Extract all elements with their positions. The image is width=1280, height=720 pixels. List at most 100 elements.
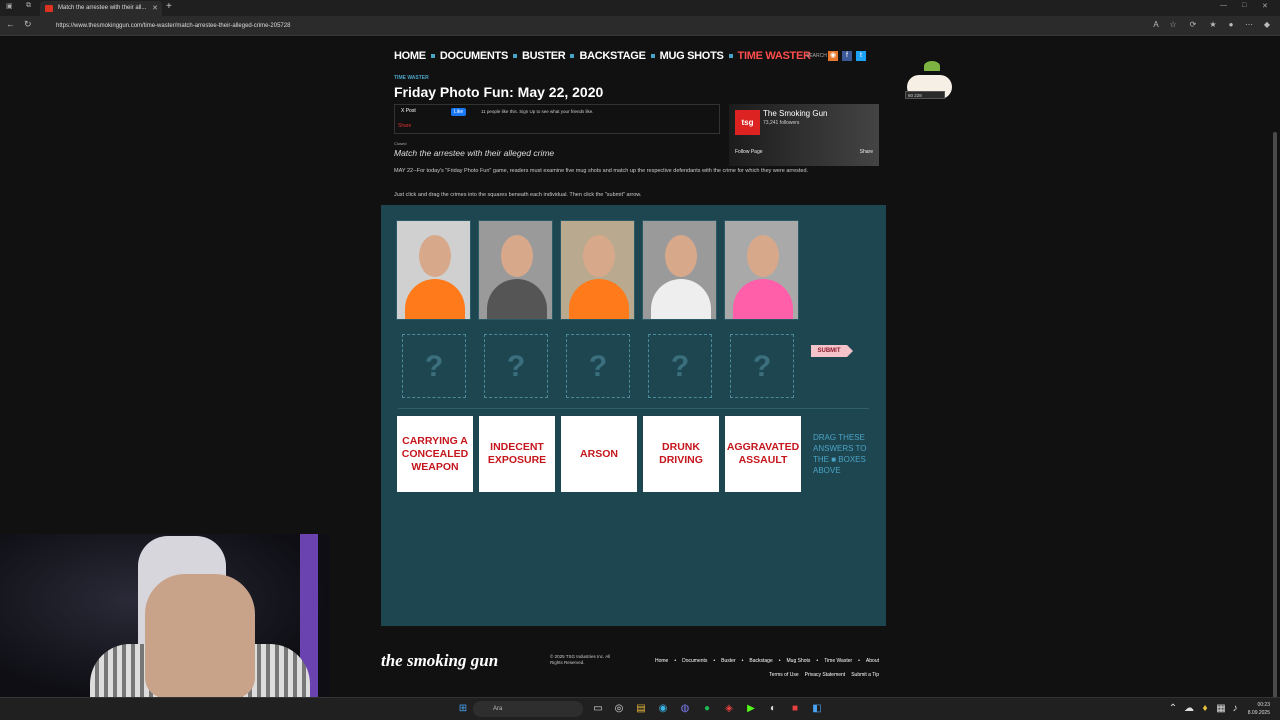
fb-share-button[interactable]: Share [860, 149, 873, 155]
drop-slot[interactable]: ? [484, 334, 548, 398]
new-tab-icon[interactable]: + [166, 1, 172, 12]
fb-page-widget[interactable]: tsg The Smoking Gun 73,241 followers Fol… [729, 104, 879, 166]
answer-card[interactable]: AGGRAVATED ASSAULT [725, 416, 801, 492]
sidebar-icon[interactable]: ▣ [6, 2, 13, 10]
chrome-icon[interactable]: ◎ [612, 702, 626, 716]
explorer-icon[interactable]: ▤ [634, 702, 648, 716]
nav-backstage[interactable]: BACKSTAGE [579, 50, 645, 62]
browser-tab-active[interactable]: Match the arrestee with their all... ✕ [40, 1, 162, 16]
clock-date: 8.09.2025 [1247, 710, 1270, 716]
copilot-icon[interactable]: ◆ [1262, 20, 1272, 30]
task-view-icon[interactable]: ▭ [591, 702, 605, 716]
answer-card[interactable]: CARRYING A CONCEALED WEAPON [397, 416, 473, 492]
face [665, 235, 697, 277]
mugshot-3 [560, 220, 635, 320]
footer-link-buster[interactable]: Buster [721, 658, 735, 664]
leaf-icon [924, 61, 940, 71]
app-icon[interactable]: ◈ [722, 702, 736, 716]
spotify-icon[interactable]: ● [700, 702, 714, 716]
nav-time-waster[interactable]: TIME WASTER [738, 50, 811, 62]
footer-link-time-waster[interactable]: Time Waster [824, 658, 852, 664]
start-icon[interactable]: ⊞ [456, 702, 470, 716]
onedrive-icon[interactable]: ☁ [1182, 702, 1196, 716]
volume-icon[interactable]: ♪ [1228, 702, 1242, 716]
discord-icon[interactable]: ◍ [678, 702, 692, 716]
tab-actions-icon[interactable]: ⧉ [26, 2, 31, 10]
site-footer: the smoking gun © 2025 TSG Industries In… [381, 647, 886, 687]
nav-documents[interactable]: DOCUMENTS [440, 50, 509, 62]
footer-link-about[interactable]: About [866, 658, 879, 664]
share-button[interactable]: Share [398, 123, 411, 129]
taskbar-search[interactable]: Ara [473, 701, 583, 717]
nav-home[interactable]: HOME [394, 50, 426, 62]
minimize-icon[interactable]: — [1220, 2, 1227, 9]
back-icon[interactable]: ← [6, 19, 15, 29]
footer-logo[interactable]: the smoking gun [381, 651, 498, 671]
taskbar-clock[interactable]: 00:23 8.09.2025 [1248, 701, 1270, 717]
game-board: ? ? ? ? ? SUBMIT CARRYING A CONCEALED WE… [381, 205, 886, 626]
rss-icon[interactable]: ◉ [828, 51, 838, 61]
share-box: X Post Like 11 people like this. Sign Up… [394, 104, 720, 134]
separator: • [778, 658, 781, 664]
tab-close-icon[interactable]: ✕ [152, 1, 158, 16]
maximize-icon[interactable]: □ [1242, 2, 1246, 9]
extension-mascot[interactable]: 60 228 [902, 61, 962, 101]
social-links: SEARCH ◉ f t [806, 51, 866, 61]
mic-icon[interactable]: ♦ [1198, 702, 1212, 716]
answer-card[interactable]: ARSON [561, 416, 637, 492]
tab-title: Match the arrestee with their all... [58, 5, 147, 11]
kick-icon[interactable]: ▶ [744, 702, 758, 716]
window-close-icon[interactable]: ✕ [1262, 2, 1268, 10]
url-field[interactable]: https://www.thesmokinggun.com/time-waste… [44, 19, 1134, 33]
steam-icon[interactable]: ◐ [766, 702, 780, 716]
fb-page-name[interactable]: The Smoking Gun [763, 109, 827, 118]
drop-slot[interactable]: ? [648, 334, 712, 398]
footer-link-documents[interactable]: Documents [682, 658, 707, 664]
footer-link-home[interactable]: Home [655, 658, 668, 664]
profile-icon[interactable]: ● [1226, 20, 1236, 30]
clock-time: 00:23 [1257, 702, 1270, 708]
notes-icon[interactable]: ◧ [810, 702, 824, 716]
submit-button[interactable]: SUBMIT [811, 345, 853, 357]
more-menu-icon[interactable]: ⋯ [1244, 20, 1254, 30]
edge-icon[interactable]: ◉ [656, 702, 670, 716]
section-kicker[interactable]: TIME WASTER [394, 75, 429, 81]
tray-chevron-icon[interactable]: ⌃ [1166, 702, 1180, 716]
twitter-icon[interactable]: t [856, 51, 866, 61]
footer-link-privacy-statement[interactable]: Privacy Statement [805, 672, 846, 678]
article-content: TIME WASTER Friday Photo Fun: May 22, 20… [381, 67, 886, 663]
favorite-icon[interactable]: ☆ [1168, 20, 1178, 30]
nav-mug-shots[interactable]: MUG SHOTS [660, 50, 724, 62]
search-link[interactable]: SEARCH [806, 51, 827, 61]
article-subhead: Match the arrestee with their alleged cr… [394, 148, 555, 158]
page-scrollbar[interactable] [1273, 132, 1277, 697]
face [501, 235, 533, 277]
footer-link-submit-a-tip[interactable]: Submit a Tip [851, 672, 879, 678]
separator: • [674, 658, 677, 664]
face [747, 235, 779, 277]
drop-slot[interactable]: ? [730, 334, 794, 398]
fb-follow-button[interactable]: Follow Page [735, 149, 763, 155]
tsg-logo: tsg [735, 110, 760, 135]
footer-link-mug-shots[interactable]: Mug Shots [787, 658, 811, 664]
answer-card[interactable]: INDECENT EXPOSURE [479, 416, 555, 492]
shirt [569, 279, 629, 319]
nav-buster[interactable]: BUSTER [522, 50, 566, 62]
reload-icon[interactable]: ↻ [24, 19, 32, 30]
facebook-icon[interactable]: f [842, 51, 852, 61]
drop-slot[interactable]: ? [402, 334, 466, 398]
drop-slot[interactable]: ? [566, 334, 630, 398]
fb-like-button[interactable]: Like [451, 108, 467, 116]
page-title: Friday Photo Fun: May 22, 2020 [394, 84, 604, 100]
answer-card[interactable]: DRUNK DRIVING [643, 416, 719, 492]
media-icon[interactable]: ■ [788, 702, 802, 716]
favorites-bar-icon[interactable]: ★ [1208, 20, 1218, 30]
read-aloud-icon[interactable]: A [1151, 20, 1161, 30]
footer-link-terms-of-use[interactable]: Terms of Use [769, 672, 798, 678]
x-post-button[interactable]: X Post [401, 108, 416, 114]
extensions-icon[interactable]: ⟳ [1188, 20, 1198, 30]
shirt [405, 279, 465, 319]
network-icon[interactable]: ▦ [1214, 702, 1228, 716]
shirt [651, 279, 711, 319]
footer-link-backstage[interactable]: Backstage [749, 658, 772, 664]
